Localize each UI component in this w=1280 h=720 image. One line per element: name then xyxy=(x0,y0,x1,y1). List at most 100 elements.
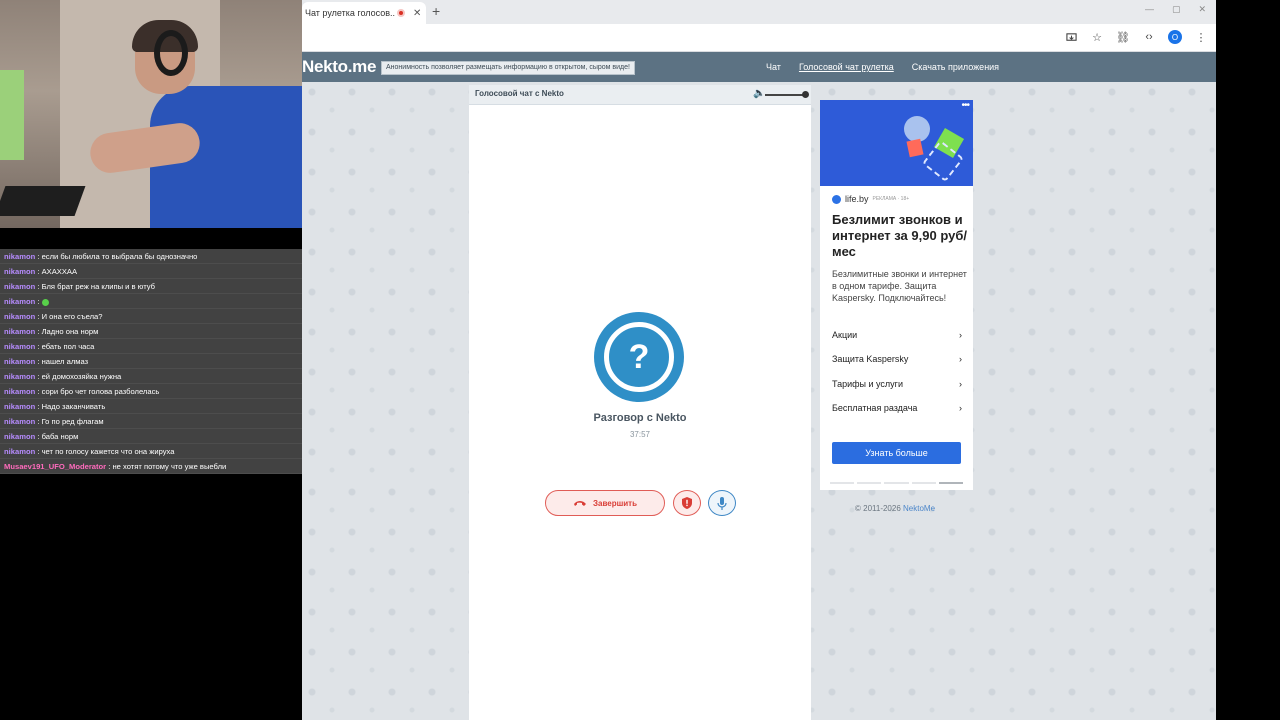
ad-shape xyxy=(904,116,930,142)
toolbar-icons: ☆ ⛓ ‹› O ⋮ xyxy=(1064,30,1208,44)
site-header: Nekto.me Анонимность позволяет размещать… xyxy=(302,52,1216,82)
ad-options-icon[interactable]: ••• xyxy=(961,100,969,111)
chat-username[interactable]: nikamon xyxy=(4,342,35,351)
ad-link-label: Защита Kaspersky xyxy=(832,354,909,364)
chat-text: Го по ред флагам xyxy=(41,417,104,426)
chat-text: не хотят потому что уже выебли xyxy=(112,462,227,471)
site-logo[interactable]: Nekto.me xyxy=(302,57,376,77)
page-body: Голосовой чат с Nekto 🔈 ? Разговор с Nek… xyxy=(302,82,1216,720)
chevron-right-icon: › xyxy=(959,379,962,389)
code-icon[interactable]: ‹› xyxy=(1142,30,1156,44)
ad-link[interactable]: Защита Kaspersky › xyxy=(832,354,962,364)
hangup-icon xyxy=(573,501,586,506)
chat-message: nikamon : И она его съела? xyxy=(0,309,302,324)
ad-headline[interactable]: Безлимит звонков и интернет за 9,90 руб/… xyxy=(832,212,967,260)
carousel-dot[interactable] xyxy=(857,482,882,484)
chat-username[interactable]: nikamon xyxy=(4,327,35,336)
chat-message: Musaev191_UFO_Moderator : не хотят потом… xyxy=(0,459,302,474)
chat-text: И она его съела? xyxy=(41,312,103,321)
chat-message: nikamon : сори бро чет голова разболелас… xyxy=(0,384,302,399)
chat-username[interactable]: nikamon xyxy=(4,357,35,366)
chat-username[interactable]: nikamon xyxy=(4,417,35,426)
microphone-button[interactable] xyxy=(708,490,736,516)
chat-message: nikamon : Ладно она норм xyxy=(0,324,302,339)
chat-username[interactable]: nikamon xyxy=(4,372,35,381)
chat-username[interactable]: nikamon xyxy=(4,447,35,456)
chat-text: ей домохозяйка нужна xyxy=(41,372,122,381)
new-tab-icon[interactable]: + xyxy=(432,3,440,19)
maximize-button[interactable]: ▢ xyxy=(1172,4,1181,15)
volume-slider-handle[interactable] xyxy=(802,91,809,98)
volume-slider[interactable] xyxy=(765,94,805,96)
chat-username[interactable]: nikamon xyxy=(4,387,35,396)
ad-link-label: Акции xyxy=(832,330,858,340)
chat-username[interactable]: nikamon xyxy=(4,312,35,321)
cam-monitor xyxy=(0,70,24,160)
report-button[interactable] xyxy=(673,490,701,516)
volume-icon[interactable]: 🔈 xyxy=(753,88,765,99)
tab-close-icon[interactable]: ✕ xyxy=(413,8,421,19)
chat-separator: : xyxy=(35,297,42,306)
chat-username[interactable]: nikamon xyxy=(4,297,35,306)
minimize-button[interactable]: — xyxy=(1145,4,1154,15)
chat-username[interactable]: nikamon xyxy=(4,432,35,441)
ad-brand[interactable]: life.by РЕКЛАМА · 18+ xyxy=(832,194,909,204)
chat-message: nikamon : Бля брат реж на клипы и в ютуб xyxy=(0,279,302,294)
partner-avatar: ? xyxy=(594,312,684,402)
chat-username[interactable]: Musaev191_UFO_Moderator xyxy=(4,462,106,471)
chat-message: nikamon : Надо заканчивать xyxy=(0,399,302,414)
nav-chat[interactable]: Чат xyxy=(766,62,781,72)
chevron-right-icon: › xyxy=(959,354,962,364)
profile-avatar[interactable]: O xyxy=(1168,30,1182,44)
chat-username[interactable]: nikamon xyxy=(4,282,35,291)
link-icon[interactable]: ⛓ xyxy=(1116,30,1130,44)
recording-icon xyxy=(397,9,405,17)
browser-tab[interactable]: Чат рулетка голосов... ✕ xyxy=(302,2,426,24)
ad-link[interactable]: Тарифы и услуги › xyxy=(832,379,962,389)
screen: nikamon : если бы любила то выбрала бы о… xyxy=(0,0,1280,720)
bookmark-star-icon[interactable]: ☆ xyxy=(1090,30,1104,44)
chat-text: ебать пол часа xyxy=(41,342,95,351)
ad-brand-name: life.by xyxy=(845,194,869,204)
carousel-dot[interactable] xyxy=(938,482,964,484)
chat-text: Ладно она норм xyxy=(41,327,99,336)
copyright-link[interactable]: NektoMe xyxy=(903,504,935,513)
menu-kebab-icon[interactable]: ⋮ xyxy=(1194,30,1208,44)
browser-window: Чат рулетка голосов... ✕ + — ▢ ✕ ☆ ⛓ ‹› … xyxy=(302,0,1216,720)
end-call-button[interactable]: Завершить xyxy=(545,490,665,516)
nav-download-apps[interactable]: Скачать приложения xyxy=(912,62,999,72)
cam-headset xyxy=(154,30,188,76)
nav-voice-chat[interactable]: Голосовой чат рулетка xyxy=(799,62,894,72)
close-window-button[interactable]: ✕ xyxy=(1198,4,1206,15)
chat-text: чет по голосу кажется что она жируха xyxy=(41,447,175,456)
chat-message: nikamon : АХАХХАА xyxy=(0,264,302,279)
install-app-icon[interactable] xyxy=(1064,30,1078,44)
ad-link-label: Тарифы и услуги xyxy=(832,379,903,389)
ad-link[interactable]: Бесплатная раздача › xyxy=(832,403,962,413)
question-mark-icon: ? xyxy=(604,322,674,392)
ad-carousel-indicator xyxy=(830,482,964,484)
chat-text: Бля брат реж на клипы и в ютуб xyxy=(41,282,156,291)
ad-cta-button[interactable]: Узнать больше xyxy=(832,442,961,464)
carousel-dot[interactable] xyxy=(884,482,909,484)
conversation-title: Разговор с Nekto xyxy=(593,412,687,424)
ad-banner-image[interactable]: ••• xyxy=(820,100,973,186)
browser-toolbar: ☆ ⛓ ‹› O ⋮ xyxy=(302,24,1216,52)
ad-link[interactable]: Акции › xyxy=(832,330,962,340)
site-nav: Чат Голосовой чат рулетка Скачать прилож… xyxy=(766,62,999,72)
ad-body: Безлимитные звонки и интернет в одном та… xyxy=(832,269,967,303)
chat-username[interactable]: nikamon xyxy=(4,402,35,411)
chat-text: если бы любила то выбрала бы однозначно xyxy=(41,252,198,261)
chevron-right-icon: › xyxy=(959,403,962,413)
microphone-icon xyxy=(717,496,727,510)
chat-text: нашел алмаз xyxy=(41,357,89,366)
chat-username[interactable]: nikamon xyxy=(4,267,35,276)
ad-tag: РЕКЛАМА · 18+ xyxy=(872,196,910,202)
tab-title: Чат рулетка голосов... xyxy=(305,8,395,18)
chat-username[interactable]: nikamon xyxy=(4,252,35,261)
webcam-feed xyxy=(0,0,302,228)
carousel-dot[interactable] xyxy=(911,482,936,484)
chat-message: nikamon : баба норм xyxy=(0,429,302,444)
carousel-dot[interactable] xyxy=(830,482,855,484)
chat-message: nikamon : ей домохозяйка нужна xyxy=(0,369,302,384)
